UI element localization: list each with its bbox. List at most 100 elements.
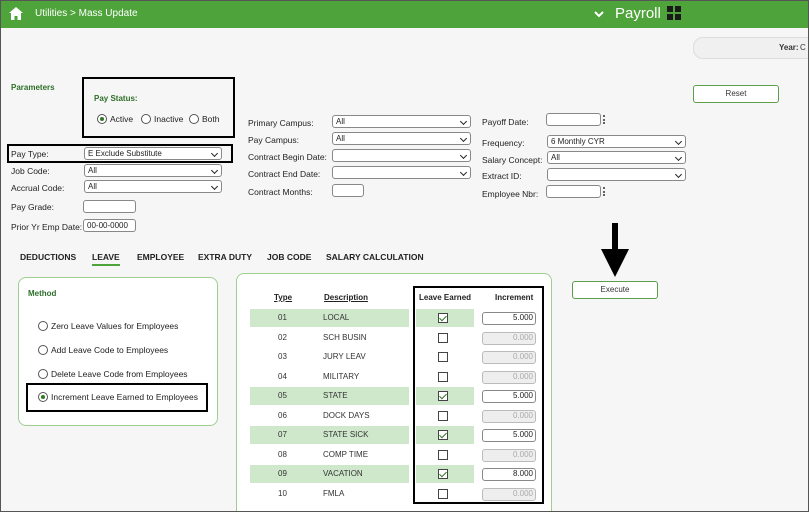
leave-description-cell: LOCAL (323, 313, 350, 322)
pay-status-active-radio[interactable] (97, 114, 107, 124)
pay-status-inactive-radio[interactable] (141, 114, 151, 124)
leave-description-cell: JURY LEAV (323, 352, 366, 361)
pay-grade-label: Pay Grade: (11, 202, 54, 212)
pay-status-label: Pay Status: (94, 94, 138, 103)
leave-earned-checkbox[interactable] (438, 333, 448, 343)
execute-button[interactable]: Execute (572, 281, 658, 299)
contract-months-input[interactable] (332, 184, 364, 197)
pay-status-both-radio[interactable] (189, 114, 199, 124)
increment-input[interactable]: 5.000 (482, 429, 536, 442)
method-zero-radio[interactable] (38, 321, 48, 331)
extract-id-select[interactable] (547, 168, 686, 181)
arrow-down-icon (601, 223, 629, 277)
method-increment-label: Increment Leave Earned to Employees (51, 392, 198, 402)
reset-button[interactable]: Reset (693, 85, 779, 103)
method-add-radio[interactable] (38, 345, 48, 355)
col-leave-earned-header: Leave Earned (419, 293, 472, 302)
increment-input[interactable]: 5.000 (482, 390, 536, 403)
job-code-select[interactable]: All (84, 164, 222, 177)
leave-earned-checkbox[interactable] (438, 352, 448, 362)
primary-campus-label: Primary Campus: (248, 118, 314, 128)
payoff-date-menu-icon[interactable] (603, 115, 606, 126)
col-type-header[interactable]: Type (274, 293, 292, 302)
payoff-date-input[interactable] (546, 113, 601, 126)
breadcrumb[interactable]: Utilities > Mass Update (35, 8, 138, 19)
col-increment-header: Increment (495, 293, 534, 302)
tab-extra-duty[interactable]: EXTRA DUTY (198, 252, 252, 262)
leave-type-cell: 06 (278, 411, 287, 420)
pay-status-active-label: Active (110, 114, 134, 124)
contract-end-date-label: Contract End Date: (248, 169, 321, 179)
year-value: C (800, 43, 806, 52)
frequency-label: Frequency: (482, 138, 525, 148)
method-delete-label: Delete Leave Code from Employees (51, 369, 188, 379)
tab-job-code[interactable]: JOB CODE (267, 252, 311, 262)
increment-input[interactable]: 0.000 (482, 449, 536, 462)
leave-earned-checkbox[interactable] (438, 372, 448, 382)
leave-earned-checkbox[interactable] (438, 489, 448, 499)
pay-status-highlight (82, 77, 235, 138)
tab-deductions[interactable]: DEDUCTIONS (20, 252, 76, 262)
leave-earned-checkbox[interactable] (438, 313, 448, 323)
leave-type-cell: 04 (278, 372, 287, 381)
method-title: Method (28, 289, 57, 298)
extract-id-label: Extract ID: (482, 171, 522, 181)
tab-salary-calculation[interactable]: SALARY CALCULATION (326, 252, 424, 262)
employee-nbr-input[interactable] (546, 185, 601, 198)
leave-earned-checkbox[interactable] (438, 411, 448, 421)
salary-concept-select[interactable]: All (547, 151, 686, 164)
increment-input[interactable]: 0.000 (482, 351, 536, 364)
app-grid-icon[interactable] (667, 6, 681, 20)
employee-nbr-label: Employee Nbr: (482, 189, 539, 199)
chevron-down-icon[interactable] (593, 8, 605, 20)
parameters-title: Parameters (11, 83, 55, 92)
pay-campus-select[interactable]: All (332, 132, 471, 145)
contract-months-label: Contract Months: (248, 187, 313, 197)
primary-campus-select[interactable]: All (332, 115, 471, 128)
employee-nbr-menu-icon[interactable] (603, 187, 606, 198)
salary-concept-label: Salary Concept: (482, 155, 543, 165)
leave-earned-checkbox[interactable] (438, 430, 448, 440)
method-delete-radio[interactable] (38, 369, 48, 379)
contract-end-date-select[interactable] (332, 166, 471, 179)
leave-type-cell: 10 (278, 489, 287, 498)
prior-yr-emp-date-input[interactable]: 00-00-0000 (83, 219, 136, 232)
method-increment-radio[interactable] (38, 392, 48, 402)
leave-description-cell: DOCK DAYS (323, 411, 370, 420)
pay-grade-input[interactable] (83, 200, 136, 213)
leave-type-cell: 01 (278, 313, 287, 322)
leave-description-cell: MILITARY (323, 372, 360, 381)
tab-leave[interactable]: LEAVE (92, 252, 120, 266)
pay-type-label: Pay Type: (11, 149, 49, 159)
increment-input[interactable]: 5.000 (482, 312, 536, 325)
home-icon[interactable] (9, 7, 23, 20)
contract-begin-date-label: Contract Begin Date: (248, 152, 327, 162)
payoff-date-label: Payoff Date: (482, 117, 529, 127)
leave-type-cell: 05 (278, 391, 287, 400)
leave-description-cell: STATE SICK (323, 430, 369, 439)
leave-description-cell: SCH BUSIN (323, 333, 367, 342)
increment-input[interactable]: 0.000 (482, 332, 536, 345)
col-description-header[interactable]: Description (324, 293, 368, 302)
leave-type-cell: 08 (278, 450, 287, 459)
increment-input[interactable]: 8.000 (482, 468, 536, 481)
method-zero-label: Zero Leave Values for Employees (51, 321, 179, 331)
leave-earned-checkbox[interactable] (438, 391, 448, 401)
tab-employee[interactable]: EMPLOYEE (137, 252, 184, 262)
leave-type-cell: 07 (278, 430, 287, 439)
leave-description-cell: FMLA (323, 489, 345, 498)
pay-status-both-label: Both (202, 114, 220, 124)
increment-input[interactable]: 0.000 (482, 410, 536, 423)
increment-input[interactable]: 0.000 (482, 488, 536, 501)
contract-begin-date-select[interactable] (332, 149, 471, 162)
leave-description-cell: STATE (323, 391, 348, 400)
accrual-code-select[interactable]: All (84, 180, 222, 193)
leave-earned-checkbox[interactable] (438, 450, 448, 460)
frequency-select[interactable]: 6 Monthly CYR (547, 135, 686, 148)
app-name: Payroll (615, 5, 661, 22)
increment-input[interactable]: 0.000 (482, 371, 536, 384)
job-code-label: Job Code: (11, 166, 50, 176)
pay-type-select[interactable]: E Exclude Substitute (84, 147, 222, 160)
leave-description-cell: COMP TIME (323, 450, 369, 459)
leave-earned-checkbox[interactable] (438, 469, 448, 479)
